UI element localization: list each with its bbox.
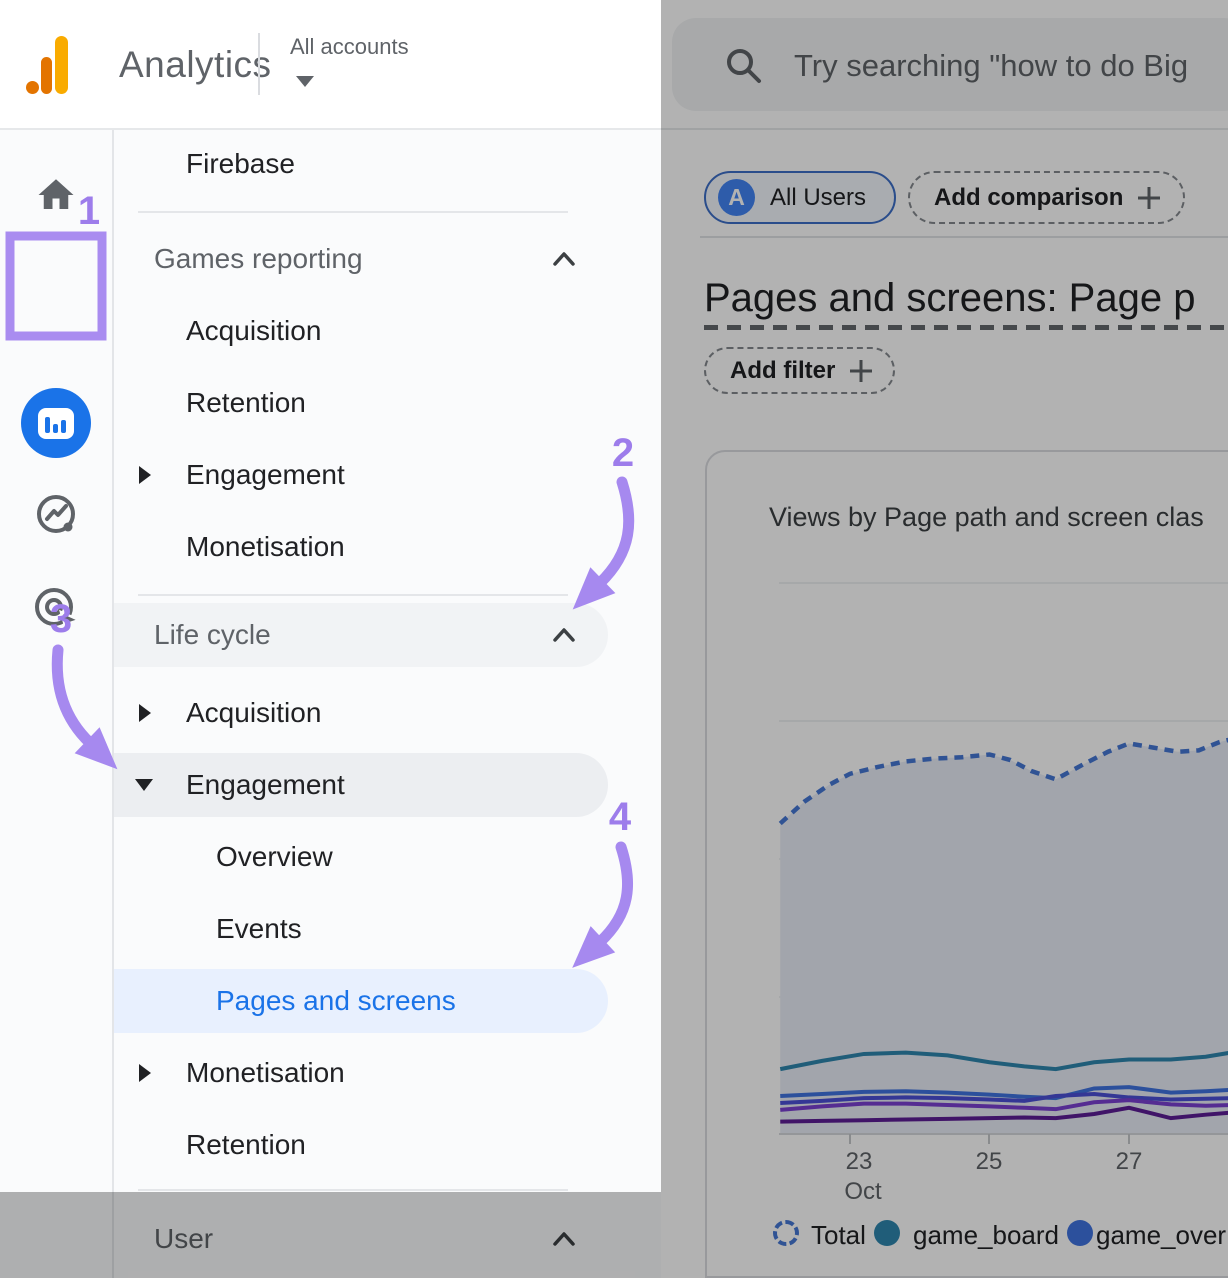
account-selector[interactable]: All accounts bbox=[290, 34, 409, 60]
sidebar-item-label: Overview bbox=[216, 841, 333, 873]
sidebar-divider bbox=[138, 1189, 568, 1191]
left-icon-rail bbox=[0, 130, 112, 1278]
sidebar-item-label: Retention bbox=[186, 387, 306, 419]
sidebar-item-retention-games[interactable]: Retention bbox=[114, 367, 661, 439]
sidebar-item-events[interactable]: Events bbox=[114, 893, 661, 965]
sidebar-section-label: Games reporting bbox=[154, 243, 363, 275]
rail-explore-button[interactable] bbox=[0, 482, 112, 548]
sidebar-section-life-cycle[interactable]: Life cycle bbox=[114, 603, 608, 667]
explore-icon bbox=[23, 482, 89, 548]
sidebar-item-label: Engagement bbox=[186, 459, 345, 491]
expander-collapsed-icon[interactable] bbox=[139, 704, 151, 722]
expander-collapsed-icon[interactable] bbox=[139, 466, 151, 484]
sidebar-item-firebase[interactable]: Firebase bbox=[114, 128, 661, 200]
rail-home-button[interactable] bbox=[0, 174, 112, 216]
logo-bar-tall bbox=[55, 36, 68, 94]
sidebar-item-label: Engagement bbox=[186, 769, 345, 801]
app-title: Analytics bbox=[119, 44, 272, 86]
logo-bar-mid bbox=[41, 57, 52, 94]
expander-expanded-icon[interactable] bbox=[135, 779, 153, 791]
dim-overlay-bottom bbox=[0, 1192, 661, 1278]
sidebar-item-engagement-lifecycle[interactable]: Engagement bbox=[114, 753, 608, 817]
google-analytics-logo-icon[interactable] bbox=[26, 36, 68, 94]
sidebar-item-engagement-games[interactable]: Engagement bbox=[114, 439, 661, 511]
dim-overlay-right bbox=[661, 0, 1228, 1278]
sidebar-item-label: Monetisation bbox=[186, 531, 345, 563]
sidebar-divider bbox=[138, 594, 568, 596]
sidebar-item-acquisition-games[interactable]: Acquisition bbox=[114, 295, 661, 367]
sidebar-section-games-reporting[interactable]: Games reporting bbox=[114, 223, 661, 295]
google-analytics-app: Analytics All accounts Try searching "ho… bbox=[0, 0, 1228, 1278]
sidebar-item-pages-and-screens[interactable]: Pages and screens bbox=[114, 969, 608, 1033]
topbar-divider bbox=[258, 33, 260, 95]
sidebar-item-label: Retention bbox=[186, 1129, 306, 1161]
sidebar-item-label: Pages and screens bbox=[216, 985, 456, 1017]
account-dropdown-caret-icon[interactable] bbox=[296, 76, 314, 87]
sidebar-item-label: Firebase bbox=[186, 148, 295, 180]
sidebar-item-monetisation-lifecycle[interactable]: Monetisation bbox=[114, 1037, 661, 1109]
sidebar-item-label: Acquisition bbox=[186, 315, 321, 347]
sidebar-section-label: Life cycle bbox=[154, 619, 271, 651]
sidebar-item-acquisition-lifecycle[interactable]: Acquisition bbox=[114, 677, 661, 749]
rail-advertising-button[interactable] bbox=[0, 576, 112, 642]
sidebar-item-label: Acquisition bbox=[186, 697, 321, 729]
sidebar-item-label: Events bbox=[216, 913, 302, 945]
chevron-up-icon[interactable] bbox=[551, 250, 577, 268]
home-icon bbox=[35, 174, 77, 216]
sidebar-item-monetisation-games[interactable]: Monetisation bbox=[114, 511, 661, 583]
sidebar-item-label: Monetisation bbox=[186, 1057, 345, 1089]
expander-collapsed-icon[interactable] bbox=[139, 1064, 151, 1082]
sidebar-item-retention-lifecycle[interactable]: Retention bbox=[114, 1109, 661, 1181]
advertising-target-icon bbox=[23, 576, 89, 642]
sidebar-divider bbox=[138, 211, 568, 213]
reports-bar-chart-icon bbox=[38, 408, 74, 439]
logo-dot bbox=[26, 81, 39, 94]
reports-navigation-drawer: Firebase Games reporting Acquisition Ret… bbox=[114, 130, 661, 1278]
sidebar-item-overview[interactable]: Overview bbox=[114, 821, 661, 893]
rail-reports-button[interactable] bbox=[21, 388, 91, 458]
chevron-up-icon[interactable] bbox=[551, 626, 577, 644]
